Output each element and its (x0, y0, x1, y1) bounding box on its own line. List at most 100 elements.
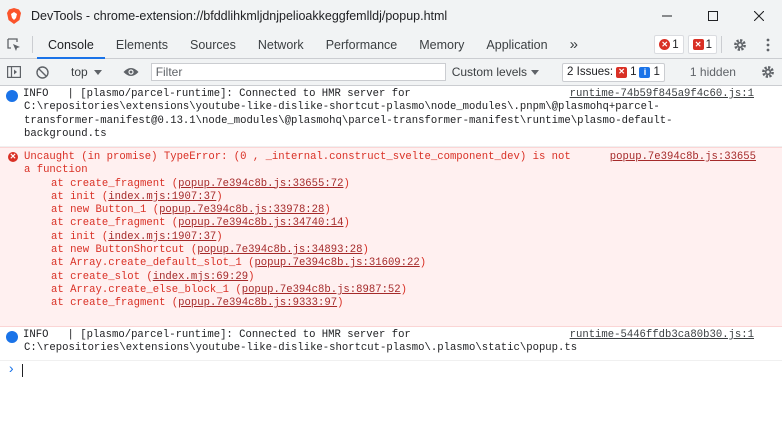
gear-icon (762, 66, 774, 78)
stack-frame-link[interactable]: popup.7e394c8b.js:9333:97 (178, 297, 337, 309)
stack-frame-link[interactable]: index.mjs:1907:37 (108, 231, 216, 243)
console-toolbar: top Custom levels 2 Issues: ✕ 1 i 1 1 hi… (0, 59, 782, 86)
close-icon (754, 10, 764, 21)
stack-frame-function: at init ( (51, 230, 109, 243)
console-settings-button[interactable] (754, 65, 782, 79)
kebab-menu-icon (766, 38, 770, 51)
error-text: a function (24, 164, 88, 177)
info-icon (6, 331, 18, 343)
stack-frame-link[interactable]: popup.7e394c8b.js:33978:28 (159, 204, 324, 216)
stack-frame-link[interactable]: popup.7e394c8b.js:34893:28 (197, 244, 362, 256)
filter-input-wrapper (150, 63, 446, 81)
tab-memory[interactable]: Memory (408, 31, 475, 58)
info-square-icon: i (639, 66, 651, 78)
filter-input[interactable] (155, 65, 445, 79)
console-message-error: ✕ popup.7e394c8b.js:33655 Uncaught (in p… (0, 147, 782, 327)
live-expression-button[interactable] (117, 67, 145, 77)
maximize-button[interactable] (690, 0, 736, 31)
stack-frame-function: at Array.create_default_slot_1 ( (51, 257, 255, 270)
dropdown-arrow-icon (531, 69, 540, 75)
error-square-icon: ✕ (616, 66, 628, 78)
tab-performance[interactable]: Performance (315, 31, 409, 58)
stack-frame-link[interactable]: index.mjs:69:29 (153, 271, 248, 283)
stack-frame-function: at new Button_1 ( (51, 204, 160, 217)
tab-elements[interactable]: Elements (105, 31, 179, 58)
error-count: 1 (672, 38, 679, 51)
issues-label: 2 Issues: (567, 66, 614, 78)
message-source-link[interactable]: runtime-74b59f845a9f4c60.js:1 (570, 88, 754, 101)
eye-icon (123, 68, 139, 76)
devtools-tabbar: Console Elements Sources Network Perform… (0, 31, 782, 59)
brave-logo-icon (7, 7, 21, 24)
issues-info-count: 1 (653, 66, 660, 78)
more-options-button[interactable] (754, 31, 782, 58)
minimize-icon (662, 15, 672, 16)
tab-console[interactable]: Console (37, 31, 105, 59)
sidebar-toggle-icon (7, 66, 21, 78)
stack-frame: at create_fragment (popup.7e394c8b.js:34… (24, 217, 782, 230)
stack-frame-function: at create_fragment ( (51, 217, 179, 230)
dropdown-arrow-icon (93, 69, 102, 75)
console-output: runtime-74b59f845a9f4c60.js:1 INFO | [pl… (0, 86, 782, 435)
text-caret (22, 364, 24, 378)
minimize-button[interactable] (644, 0, 690, 31)
settings-button[interactable] (726, 31, 754, 58)
inspect-element-button[interactable] (0, 31, 28, 58)
error-square-icon: ✕ (692, 39, 704, 50)
stack-frame-link[interactable]: popup.7e394c8b.js:34740:14 (178, 217, 343, 229)
maximize-icon (708, 10, 718, 21)
stack-frame-end: ) (337, 297, 344, 310)
stack-frame-end: ) (343, 217, 350, 230)
message-text: background.ts (24, 127, 107, 140)
stack-frame-end: ) (362, 244, 369, 257)
context-label: top (71, 65, 88, 79)
stack-frame: at Array.create_else_block_1 (popup.7e39… (24, 284, 782, 297)
tab-network[interactable]: Network (247, 31, 315, 58)
stack-frame: at Array.create_default_slot_1 (popup.7e… (24, 257, 782, 270)
stack-frame-end: ) (343, 177, 350, 190)
stack-frame-function: at create_slot ( (51, 270, 153, 283)
stack-frame-end: ) (324, 204, 331, 217)
issue-count: 1 (705, 38, 712, 51)
stack-frame-function: at create_fragment ( (51, 297, 179, 310)
error-icon: ✕ (659, 39, 671, 50)
divider (32, 36, 33, 53)
show-sidebar-button[interactable] (0, 66, 28, 78)
clear-console-button[interactable] (28, 65, 56, 79)
stack-frame-link[interactable]: popup.7e394c8b.js:31609:22 (254, 257, 419, 269)
issue-count-badge[interactable]: ✕ 1 (687, 35, 717, 54)
issues-button[interactable]: 2 Issues: ✕ 1 i 1 (562, 62, 665, 82)
message-source-link[interactable]: runtime-5446ffdb3ca80b30.js:1 (570, 329, 754, 342)
stack-frame-end: ) (400, 283, 408, 296)
tab-sources[interactable]: Sources (179, 31, 247, 58)
stack-frame: at init (index.mjs:1907:37) (24, 231, 782, 244)
stack-frame-function: at Array.create_else_block_1 ( (51, 283, 242, 296)
message-text: C:\repositories\extensions\youtube-like-… (24, 101, 660, 114)
stack-frame-link[interactable]: popup.7e394c8b.js:8987:52 (242, 284, 401, 296)
close-window-button[interactable] (736, 0, 782, 31)
divider (721, 36, 722, 53)
stack-frame-link[interactable]: index.mjs:1907:37 (108, 191, 216, 203)
stack-frame: at new Button_1 (popup.7e394c8b.js:33978… (24, 204, 782, 217)
inspect-icon (7, 37, 20, 51)
console-prompt[interactable]: › (7, 363, 24, 378)
context-selector[interactable]: top (65, 65, 108, 79)
stack-frame-end: ) (216, 230, 223, 243)
tab-application[interactable]: Application (475, 31, 558, 58)
issues-error-count: 1 (630, 66, 637, 78)
stack-frame-end: ) (419, 257, 427, 270)
log-levels-label: Custom levels (451, 65, 528, 79)
stack-frame-function: at create_fragment ( (51, 177, 179, 190)
stack-frame-end: ) (248, 270, 255, 283)
window-titlebar: DevTools - chrome-extension://bfddlihkml… (0, 0, 782, 31)
more-tabs-button[interactable]: » (559, 31, 589, 58)
error-icon: ✕ (8, 152, 18, 162)
log-levels-dropdown[interactable]: Custom levels (451, 65, 540, 79)
stack-frame-function: at init ( (51, 190, 109, 203)
stack-frame: at create_fragment (popup.7e394c8b.js:33… (24, 178, 782, 191)
message-text: transformer-manifest@0.13.1\node_modules… (24, 114, 673, 127)
message-source-link[interactable]: popup.7e394c8b.js:33655 (610, 151, 756, 164)
error-count-badge[interactable]: ✕ 1 (654, 35, 684, 54)
stack-frame-link[interactable]: popup.7e394c8b.js:33655:72 (178, 178, 343, 190)
info-icon (6, 90, 18, 102)
